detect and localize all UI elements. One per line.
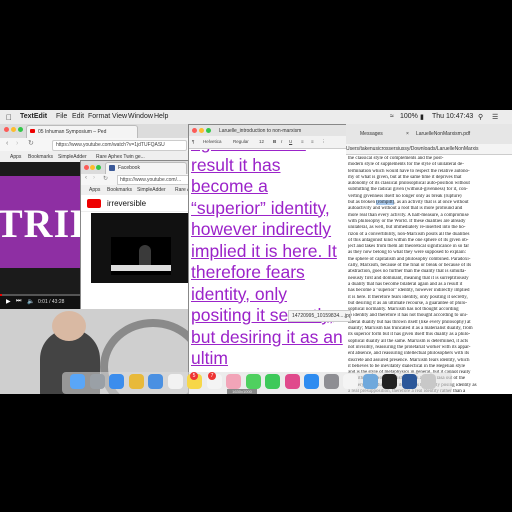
video-time: 0:01 / 43:28 xyxy=(38,299,65,305)
messages-icon[interactable] xyxy=(245,374,261,389)
menu-clock[interactable]: Thu 10:47:43 xyxy=(432,113,473,120)
volume-icon[interactable]: 🔈 xyxy=(27,298,34,305)
chrome-icon[interactable] xyxy=(128,374,144,389)
tab-messages[interactable]: Messages xyxy=(346,124,398,144)
terminal-icon[interactable] xyxy=(382,374,397,389)
reload-icon[interactable]: ↻ xyxy=(28,139,34,147)
window-title: Laruelle_introduction to non-marxism xyxy=(219,128,302,134)
person-head xyxy=(52,311,86,341)
next-icon[interactable]: ⏭ xyxy=(16,298,21,305)
menu-window[interactable]: Window xyxy=(128,113,153,120)
download-item[interactable]: 14720995_10159834....jpg xyxy=(288,310,351,322)
minimize-button[interactable] xyxy=(90,165,95,170)
menu-view[interactable]: View xyxy=(112,113,127,120)
zoom-button[interactable] xyxy=(206,128,211,133)
align-left-icon[interactable]: ≡ xyxy=(301,139,304,144)
facetime-icon[interactable] xyxy=(265,374,280,389)
piano-keys xyxy=(111,265,171,271)
format-toolbar: ¶ Helvetica Regular 12 B I U ≡ ≡ ⋮ xyxy=(189,136,347,149)
list-icon[interactable]: ☰ xyxy=(492,113,498,121)
tab-title: Facebook xyxy=(118,165,140,171)
reload-icon[interactable]: ↻ xyxy=(103,175,108,182)
app-menu[interactable]: TextEdit xyxy=(20,113,47,120)
tab-messages-label: Messages xyxy=(360,131,383,137)
tab-pdf[interactable]: × LaruelleNonMarxism.pdf xyxy=(402,124,512,144)
font-family-select[interactable]: Helvetica xyxy=(203,139,222,144)
minimize-button[interactable] xyxy=(199,128,204,133)
url-field[interactable]: https://www.youtube.com/watch?v=1jdTUFQA… xyxy=(52,140,187,151)
close-button[interactable] xyxy=(4,127,9,132)
bookmark-apps[interactable]: Apps xyxy=(89,187,100,193)
back-icon[interactable]: ‹ xyxy=(6,140,8,147)
battery-icon[interactable]: ▮ xyxy=(420,113,424,121)
youtube-favicon-icon xyxy=(30,129,35,133)
piano-image xyxy=(111,237,171,275)
video-player[interactable] xyxy=(91,213,191,283)
video-title: irreversible xyxy=(107,199,147,208)
launchpad-icon[interactable] xyxy=(89,374,105,389)
zoom-button[interactable] xyxy=(18,127,23,132)
dock-badge: 7 xyxy=(208,372,216,380)
battery-label[interactable]: 100% xyxy=(400,113,418,120)
wifi-icon[interactable]: ≈ xyxy=(390,113,394,120)
tab-pdf-label: LaruelleNonMarxism.pdf xyxy=(416,131,471,137)
back-icon[interactable]: ‹ xyxy=(85,175,87,181)
apple-menu-icon[interactable]:  xyxy=(6,113,12,122)
underline-button[interactable]: U xyxy=(289,139,292,144)
play-icon[interactable]: ▶ xyxy=(6,298,11,305)
bookmark-bookmarks[interactable]: Bookmarks xyxy=(107,187,132,193)
italic-button[interactable]: I xyxy=(281,139,282,144)
browser-tab[interactable]: Facebook xyxy=(105,162,187,174)
address-bar-row: ‹ › ↻ https://www.youtube.com/watch?v=1j… xyxy=(0,138,188,152)
tab-title: 05 Inhuman Symposium – Ped xyxy=(38,129,107,135)
close-button[interactable] xyxy=(84,165,89,170)
menu-bar:  TextEdit File Edit Format View Window … xyxy=(0,110,512,125)
youtube-logo-icon[interactable] xyxy=(87,199,101,208)
bold-button[interactable]: B xyxy=(273,139,276,144)
bookmark-apps[interactable]: Apps xyxy=(10,154,21,160)
search-icon[interactable]: ⚲ xyxy=(478,113,483,121)
pianist-figure xyxy=(139,245,151,267)
paragraph-style-icon[interactable]: ¶ xyxy=(192,139,194,144)
close-button[interactable] xyxy=(192,128,197,133)
pdf-url-field[interactable]: Users/takenusicrossersiussy/Downloads/La… xyxy=(346,144,512,155)
finder-icon[interactable] xyxy=(70,374,85,389)
forward-icon[interactable]: › xyxy=(93,175,95,181)
dock: 57 xyxy=(0,352,512,394)
document-paragraph[interactable]: again and as a result it has become a “s… xyxy=(191,133,345,370)
browser-tab[interactable]: 05 Inhuman Symposium – Ped xyxy=(26,125,138,138)
tab-bar: 05 Inhuman Symposium – Ped xyxy=(0,124,188,139)
app-store-icon[interactable] xyxy=(304,374,319,389)
preview-icon[interactable] xyxy=(362,374,378,389)
bookmark-simpleadder[interactable]: SimpleAdder xyxy=(137,187,166,193)
trash-icon[interactable] xyxy=(421,374,436,389)
mail-icon[interactable] xyxy=(148,374,163,389)
photos-icon[interactable] xyxy=(226,374,241,389)
calendar-icon[interactable] xyxy=(167,374,183,389)
bookmark-bookmarks[interactable]: Bookmarks xyxy=(28,154,53,160)
menu-edit[interactable]: Edit xyxy=(72,113,84,120)
dock-badge: 5 xyxy=(190,372,198,380)
preferences-icon[interactable] xyxy=(323,374,339,389)
list-format-icon[interactable]: ⋮ xyxy=(321,139,326,145)
video-progress-fill xyxy=(0,294,2,296)
messages-tabstrip: Messages × LaruelleNonMarxism.pdf xyxy=(346,124,512,145)
font-size-select[interactable]: 12 xyxy=(259,139,264,144)
zoom-button[interactable] xyxy=(96,165,101,170)
itunes-icon[interactable] xyxy=(284,374,300,389)
forward-icon[interactable]: › xyxy=(16,140,18,147)
menu-file[interactable]: File xyxy=(56,113,67,120)
close-icon[interactable]: × xyxy=(406,131,409,137)
safari-icon[interactable] xyxy=(109,374,124,389)
font-style-select[interactable]: Regular xyxy=(233,139,249,144)
minimize-button[interactable] xyxy=(11,127,16,132)
textedit-icon[interactable] xyxy=(343,374,358,389)
align-center-icon[interactable]: ≡ xyxy=(311,139,314,144)
desktop: 05 Inhuman Symposium – Ped ‹ › ↻ https:/… xyxy=(0,124,512,394)
menu-format[interactable]: Format xyxy=(88,113,110,120)
word-icon[interactable] xyxy=(401,374,417,389)
facebook-favicon-icon xyxy=(109,165,115,171)
document-text[interactable]: again and as a result it has become a “s… xyxy=(191,133,345,370)
menu-help[interactable]: Help xyxy=(154,113,168,120)
